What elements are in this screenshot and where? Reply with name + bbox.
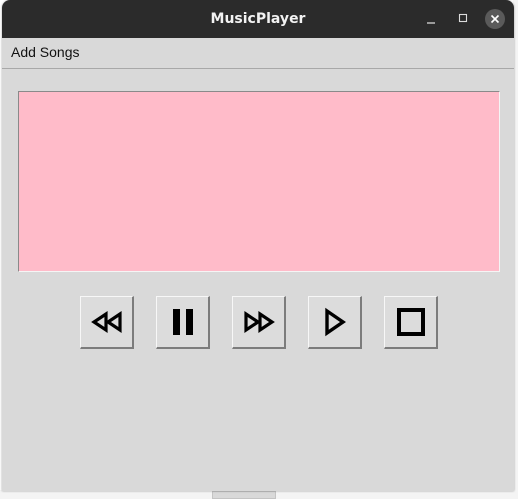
- pause-button[interactable]: [156, 296, 210, 349]
- menu-add-songs[interactable]: Add Songs: [6, 38, 85, 68]
- stop-button[interactable]: [384, 296, 438, 349]
- song-display-area[interactable]: [18, 91, 500, 272]
- music-player-window: MusicPlayer Add Songs: [2, 0, 514, 491]
- fast-forward-icon: [243, 311, 275, 333]
- fast-forward-button[interactable]: [232, 296, 286, 349]
- maximize-button[interactable]: [453, 9, 473, 29]
- pause-icon: [172, 309, 193, 335]
- maximize-icon: [458, 13, 468, 23]
- minimize-icon: [427, 22, 435, 24]
- minimize-button[interactable]: [421, 9, 441, 29]
- desktop-tab: [212, 491, 276, 499]
- title-bar[interactable]: MusicPlayer: [2, 0, 514, 38]
- menu-bar: Add Songs: [2, 38, 514, 69]
- play-button[interactable]: [308, 296, 362, 349]
- close-button[interactable]: [485, 9, 505, 29]
- rewind-button[interactable]: [80, 296, 134, 349]
- close-icon: [490, 14, 500, 24]
- play-icon: [324, 307, 346, 337]
- stop-icon: [396, 308, 425, 336]
- rewind-icon: [90, 311, 122, 333]
